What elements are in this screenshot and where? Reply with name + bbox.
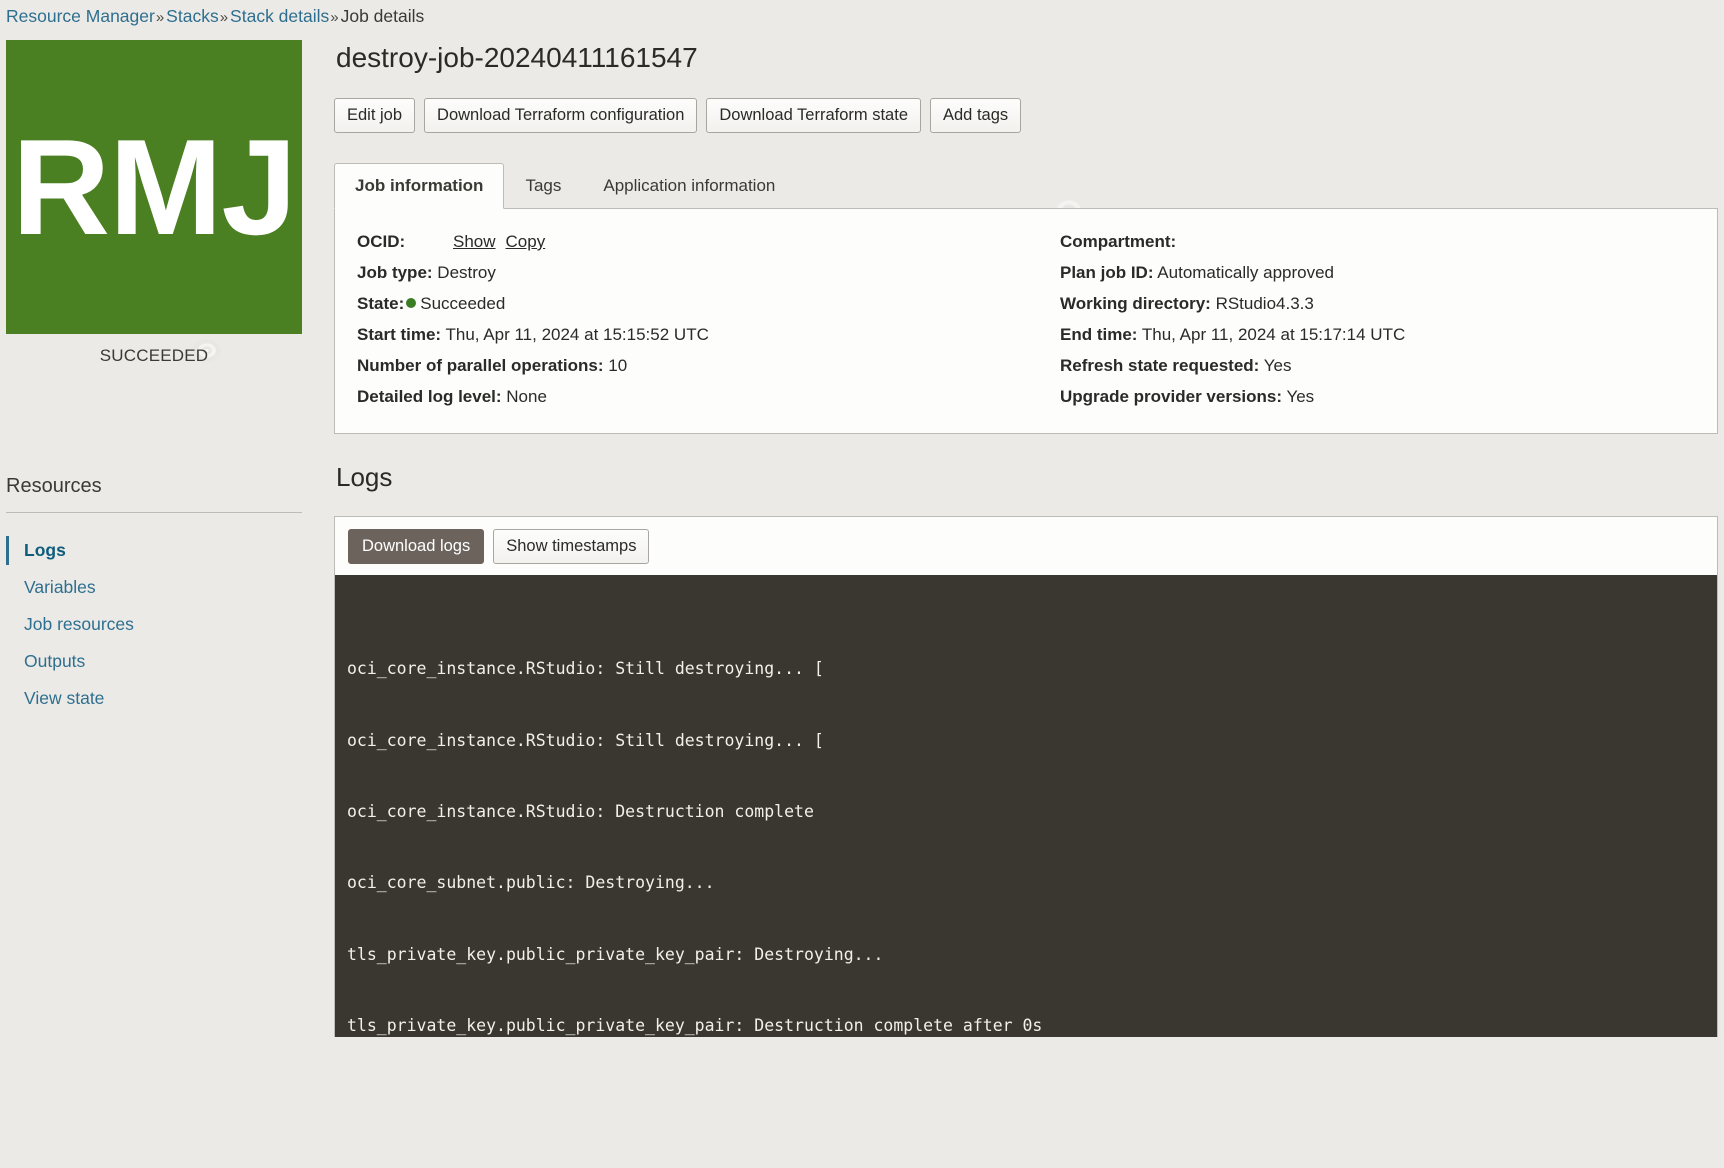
detailed-log-level-row: Detailed log level: None [357, 386, 1004, 407]
status-badge: SUCCEEDED [99, 346, 209, 365]
end-time-row: End time: Thu, Apr 11, 2024 at 15:17:14 … [1060, 324, 1695, 345]
sidebar-item-label: Outputs [24, 651, 86, 671]
log-line: oci_core_instance.RStudio: Still destroy… [347, 659, 824, 679]
plan-job-id-value: Automatically approved [1157, 263, 1335, 282]
working-directory-label: Working directory: [1060, 294, 1211, 313]
log-console[interactable]: oci_core_instance.RStudio: Still destroy… [334, 575, 1718, 1037]
working-directory-value: RStudio4.3.3 [1215, 294, 1314, 313]
state-value: Succeeded [420, 294, 506, 313]
job-type-label: Job type: [357, 263, 433, 282]
sidebar-item-label: Logs [24, 540, 66, 560]
breadcrumb-separator-icon: » [155, 9, 165, 26]
job-avatar: RMJ [6, 40, 302, 334]
upgrade-provider-row: Upgrade provider versions: Yes [1060, 386, 1695, 407]
breadcrumb-item-job-details: Job details [340, 6, 425, 26]
breadcrumb-item-resource-manager[interactable]: Resource Manager [6, 6, 155, 26]
breadcrumb-separator-icon: » [219, 9, 229, 26]
detailed-log-level-label: Detailed log level: [357, 387, 502, 406]
plan-job-id-row: Plan job ID: Automatically approved [1060, 262, 1695, 283]
parallel-operations-value: 10 [608, 356, 628, 375]
refresh-state-label: Refresh state requested: [1060, 356, 1260, 375]
sidebar-item-label: Variables [24, 577, 96, 597]
log-line: tls_private_key.public_private_key_pair:… [347, 1016, 1043, 1036]
compartment-label: Compartment: [1060, 232, 1177, 251]
tab-tags[interactable]: Tags [504, 163, 582, 208]
ocid-show-link[interactable]: Show [453, 232, 496, 251]
log-line: oci_core_instance.RStudio: Still destroy… [347, 730, 824, 750]
ocid-copy-link[interactable]: Copy [506, 232, 546, 251]
left-sidebar: RMJ SUCCEEDED [6, 40, 302, 366]
sidebar-item-variables[interactable]: Variables [6, 569, 302, 606]
detailed-log-level-value: None [506, 387, 547, 406]
sidebar-item-logs[interactable]: Logs [6, 532, 302, 569]
start-time-value: Thu, Apr 11, 2024 at 15:15:52 UTC [445, 325, 709, 344]
end-time-label: End time: [1060, 325, 1138, 344]
tab-application-information[interactable]: Application information [582, 163, 796, 208]
start-time-row: Start time: Thu, Apr 11, 2024 at 15:15:5… [357, 324, 1004, 345]
job-info-right-column: Compartment: Plan job ID: Automatically … [1026, 231, 1717, 407]
log-console-content: oci_core_instance.RStudio: Still destroy… [347, 610, 1703, 1037]
sidebar-item-outputs[interactable]: Outputs [6, 643, 302, 680]
download-terraform-configuration-button[interactable]: Download Terraform configuration [424, 98, 698, 133]
sidebar-item-label: Job resources [24, 614, 134, 634]
logs-heading: Logs [336, 462, 393, 492]
job-type-value: Destroy [437, 263, 496, 282]
parallel-operations-label: Number of parallel operations: [357, 356, 604, 375]
log-line: tls_private_key.public_private_key_pair:… [347, 944, 884, 964]
add-tags-button[interactable]: Add tags [930, 98, 1022, 133]
breadcrumb-item-stacks[interactable]: Stacks [166, 6, 219, 26]
working-directory-row: Working directory: RStudio4.3.3 [1060, 293, 1695, 314]
job-information-panel: OCID: Show Copy Job type: Destroy State: Su… [334, 208, 1718, 434]
log-line: oci_core_subnet.public: Destroying... [347, 873, 715, 893]
breadcrumb: Resource Manager» Stacks» Stack details» Jo… [6, 5, 424, 29]
show-timestamps-button[interactable]: Show timestamps [493, 529, 650, 564]
refresh-state-value: Yes [1263, 356, 1292, 375]
status-dot-icon [406, 298, 417, 308]
plan-job-id-label: Plan job ID: [1060, 263, 1154, 282]
logs-toolbar-card: Download logs Show timestamps [334, 516, 1718, 575]
action-toolbar: Edit job Download Terraform configuratio… [334, 98, 1718, 133]
tab-job-information[interactable]: Job information [334, 163, 505, 209]
ocid-label: OCID: [357, 232, 406, 251]
state-row: State: Succeeded [357, 293, 1004, 314]
sidebar-item-label: View state [24, 688, 105, 708]
resources-heading: Resources [6, 475, 102, 497]
breadcrumb-item-stack-details[interactable]: Stack details [230, 6, 329, 26]
resources-list: Logs Variables Job resources Outputs Vie… [6, 532, 302, 717]
sidebar-item-job-resources[interactable]: Job resources [6, 606, 302, 643]
start-time-label: Start time: [357, 325, 442, 344]
page-title: destroy-job-20240411161547 [336, 42, 698, 73]
parallel-operations-row: Number of parallel operations: 10 [357, 355, 1004, 376]
breadcrumb-separator-icon: » [330, 9, 339, 26]
tab-bar: Job information Tags Application informa… [334, 163, 1718, 209]
job-type-row: Job type: Destroy [357, 262, 1004, 283]
main-content: destroy-job-20240411161547 Edit job Down… [334, 40, 1718, 1037]
ocid-row: OCID: Show Copy [357, 231, 1004, 252]
state-label: State: [357, 294, 405, 313]
resources-divider [6, 512, 302, 513]
sidebar-item-view-state[interactable]: View state [6, 680, 302, 717]
end-time-value: Thu, Apr 11, 2024 at 15:17:14 UTC [1141, 325, 1406, 344]
upgrade-provider-label: Upgrade provider versions: [1060, 387, 1283, 406]
job-avatar-initials: RMJ [11, 111, 297, 263]
edit-job-button[interactable]: Edit job [334, 98, 416, 133]
job-info-left-column: OCID: Show Copy Job type: Destroy State: Su… [335, 231, 1026, 407]
compartment-row: Compartment: [1060, 231, 1695, 252]
download-logs-button[interactable]: Download logs [348, 529, 485, 564]
download-terraform-state-button[interactable]: Download Terraform state [706, 98, 921, 133]
log-line: oci_core_instance.RStudio: Destruction c… [347, 801, 814, 821]
upgrade-provider-value: Yes [1286, 387, 1315, 406]
refresh-state-row: Refresh state requested: Yes [1060, 355, 1695, 376]
